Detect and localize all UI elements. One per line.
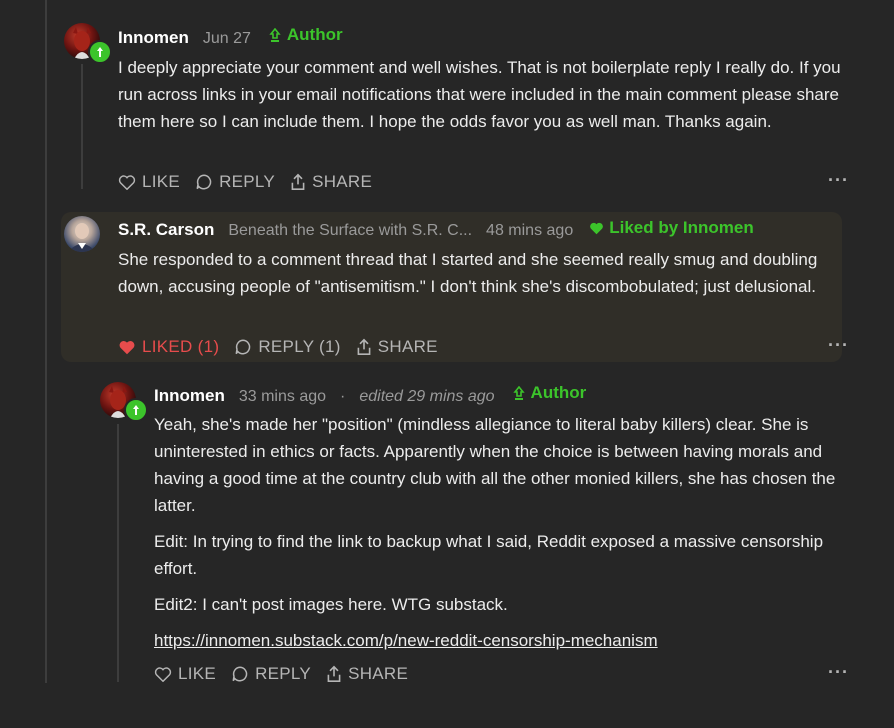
share-icon	[327, 665, 341, 682]
more-options-icon[interactable]: ···	[828, 170, 849, 191]
like-label: LIKE	[142, 172, 181, 191]
comment-actions: LIKE REPLY SHARE	[154, 664, 423, 684]
comment-paragraph: She responded to a comment thread that I…	[118, 250, 818, 296]
share-button[interactable]: SHARE	[290, 172, 372, 192]
like-label: LIKED (1)	[142, 337, 220, 356]
comment-body: She responded to a comment thread that I…	[118, 246, 858, 309]
comment-link[interactable]: https://innomen.substack.com/p/new-reddi…	[154, 631, 658, 650]
speech-bubble-icon	[196, 174, 212, 190]
thread-line-main	[45, 0, 47, 683]
comment-paragraph: Edit: In trying to find the link to back…	[154, 532, 824, 578]
comment-author[interactable]: Innomen	[118, 28, 189, 48]
comment-paragraph: I deeply appreciate your comment and wel…	[118, 58, 841, 131]
liked-by-author: Liked by Innomen	[589, 218, 754, 238]
thread-line-comment-1	[81, 64, 83, 189]
more-options-icon[interactable]: ···	[828, 335, 849, 356]
comment-2-header: S.R. Carson Beneath the Surface with S.R…	[118, 218, 754, 240]
share-label: SHARE	[348, 664, 409, 683]
share-icon	[357, 338, 371, 355]
author-tag: Author	[269, 25, 343, 45]
share-button[interactable]: SHARE	[326, 664, 408, 684]
reply-label: REPLY (1)	[258, 337, 341, 356]
liked-by-label: Liked by Innomen	[609, 218, 754, 237]
heart-icon	[118, 175, 136, 190]
reply-button[interactable]: REPLY	[231, 664, 311, 684]
publication-name[interactable]: Beneath the Surface with S.R. C...	[228, 222, 472, 240]
comment-paragraph: Yeah, she's made her "position" (mindles…	[154, 415, 836, 515]
liked-button[interactable]: LIKED (1)	[118, 337, 219, 357]
heart-icon	[154, 667, 172, 682]
comment-body: Yeah, she's made her "position" (mindles…	[154, 411, 844, 663]
heart-filled-icon	[590, 222, 604, 235]
like-button[interactable]: LIKE	[154, 664, 216, 684]
speech-bubble-icon	[235, 339, 251, 355]
meta-separator: ·	[340, 387, 346, 405]
author-badge-icon	[88, 40, 112, 64]
reply-button[interactable]: REPLY	[195, 172, 275, 192]
author-tag-label: Author	[530, 383, 587, 402]
thread-line-comment-3	[117, 424, 119, 682]
reply-label: REPLY	[219, 172, 276, 191]
speech-bubble-icon	[232, 666, 248, 682]
avatar-sr-carson[interactable]	[64, 216, 100, 252]
share-icon	[291, 173, 305, 190]
comment-actions: LIKE REPLY SHARE	[118, 172, 387, 192]
reply-label: REPLY	[255, 664, 312, 683]
pen-nib-icon	[269, 27, 281, 42]
share-label: SHARE	[312, 172, 373, 191]
comment-1-header: Innomen Jun 27 Author	[118, 25, 343, 48]
like-label: LIKE	[178, 664, 217, 683]
pen-nib-icon	[512, 385, 525, 400]
edited-label: edited 29 mins ago	[359, 387, 495, 405]
comment-author[interactable]: S.R. Carson	[118, 220, 214, 240]
comment-paragraph: Edit2: I can't post images here. WTG sub…	[154, 595, 508, 614]
comment-date[interactable]: Jun 27	[203, 30, 251, 48]
comment-body: I deeply appreciate your comment and wel…	[118, 54, 848, 144]
more-options-icon[interactable]: ···	[828, 662, 849, 683]
person-photo-icon	[68, 223, 96, 252]
comment-actions: LIKED (1) REPLY (1) SHARE	[118, 337, 453, 357]
author-tag-label: Author	[286, 25, 343, 44]
share-button[interactable]: SHARE	[356, 337, 438, 357]
share-label: SHARE	[377, 337, 438, 356]
comment-date[interactable]: 48 mins ago	[486, 222, 573, 240]
author-badge-icon	[124, 398, 148, 422]
reply-button[interactable]: REPLY (1)	[234, 337, 340, 357]
comment-date[interactable]: 33 mins ago	[239, 388, 326, 406]
comment-3-header: Innomen 33 mins ago · edited 29 mins ago…	[154, 383, 586, 406]
heart-filled-icon	[119, 341, 135, 355]
author-tag: Author	[512, 383, 587, 403]
like-button[interactable]: LIKE	[118, 172, 180, 192]
comment-author[interactable]: Innomen	[154, 386, 225, 406]
